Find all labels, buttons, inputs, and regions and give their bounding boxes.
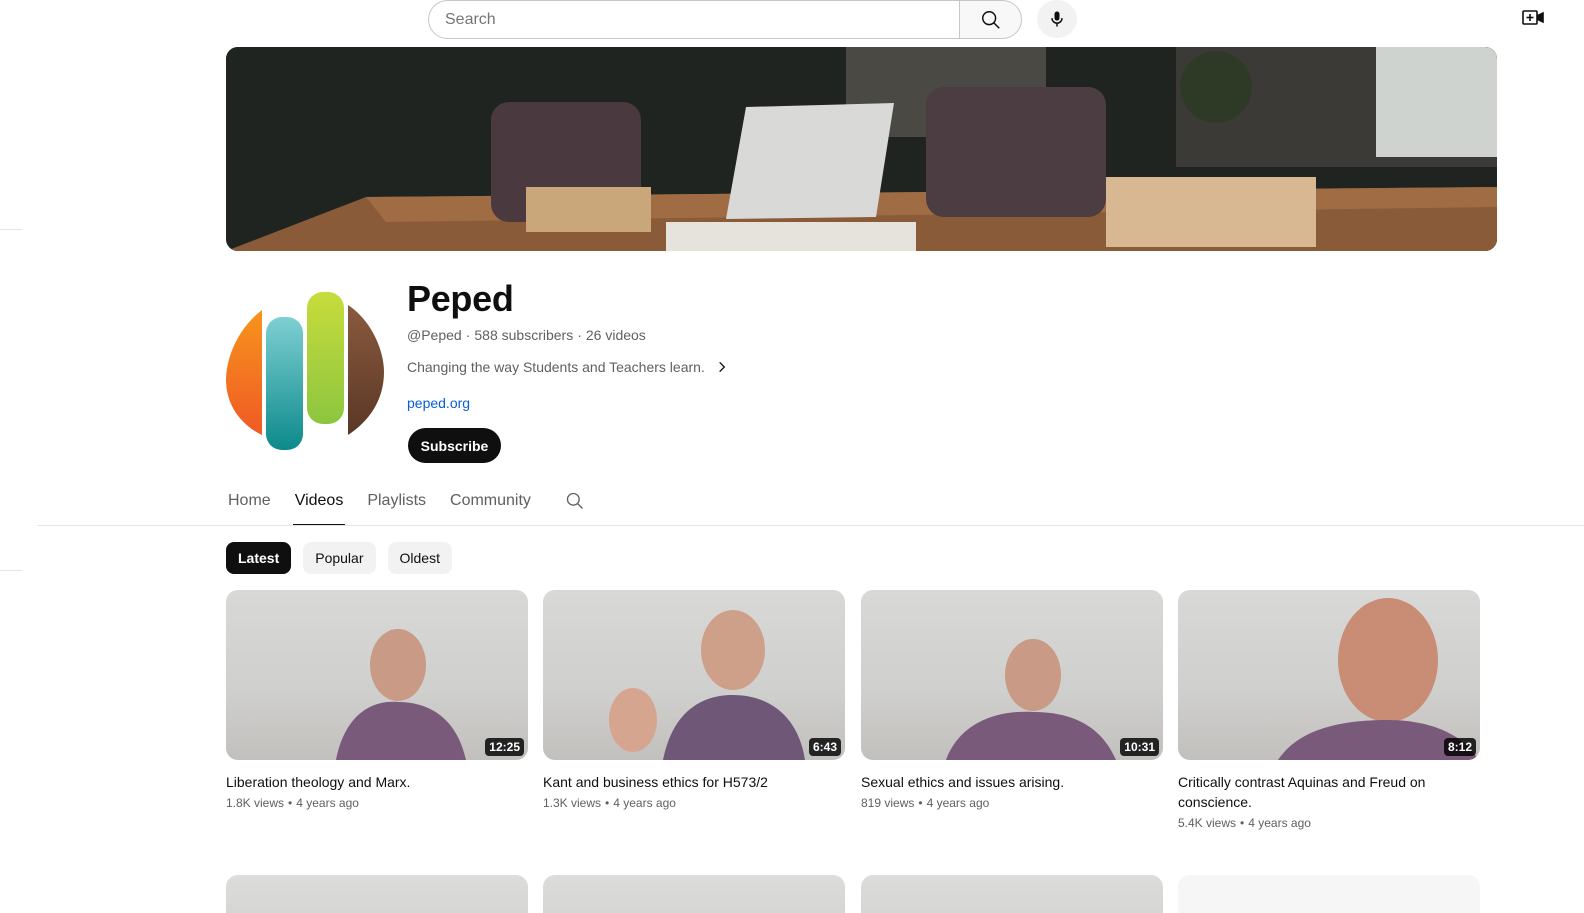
meta-separator: ·: [577, 327, 582, 343]
video-thumbnail[interactable]: [1178, 875, 1480, 913]
voice-search-button[interactable]: [1037, 0, 1077, 38]
video-card[interactable]: 8:12 Critically contrast Aquinas and Fre…: [1178, 590, 1480, 830]
video-card[interactable]: 10:31 Sexual ethics and issues arising. …: [861, 590, 1163, 810]
tab-playlists[interactable]: Playlists: [365, 486, 428, 526]
video-age: 4 years ago: [296, 796, 359, 810]
search-input[interactable]: [445, 10, 960, 29]
search-icon: [566, 492, 583, 509]
video-meta: 1.3K views • 4 years ago: [543, 796, 845, 810]
search-icon: [981, 10, 1000, 29]
subscribe-button[interactable]: Subscribe: [408, 428, 501, 463]
tab-community[interactable]: Community: [448, 486, 533, 526]
video-card[interactable]: 6:43 Kant and business ethics for H573/2…: [543, 590, 845, 810]
video-views: 819 views: [861, 796, 915, 810]
video-views: 1.8K views: [226, 796, 285, 810]
video-thumbnail[interactable]: [543, 875, 845, 913]
thumbnail-image: [609, 610, 805, 760]
subscriber-count: 588 subscribers: [474, 327, 574, 343]
chevron-right-icon: [719, 361, 726, 373]
thumbnail-image: [1278, 598, 1478, 760]
chip-latest[interactable]: Latest: [226, 542, 292, 574]
chip-oldest[interactable]: Oldest: [387, 542, 452, 574]
channel-link[interactable]: peped.org: [407, 395, 470, 411]
video-views: 5.4K views: [1178, 816, 1237, 830]
channel-name: Peped: [407, 278, 514, 319]
video-title[interactable]: Critically contrast Aquinas and Freud on…: [1178, 772, 1480, 812]
channel-banner: [226, 47, 1497, 251]
video-thumbnail[interactable]: [226, 875, 528, 913]
video-title[interactable]: Kant and business ethics for H573/2: [543, 772, 845, 792]
search-button[interactable]: [959, 0, 1022, 39]
meta-separator: •: [918, 796, 923, 810]
video-duration: 6:43: [808, 738, 841, 756]
tabs-divider: [37, 525, 1584, 526]
meta-separator: •: [605, 796, 610, 810]
channel-handle: @Peped: [407, 327, 462, 343]
tab-videos[interactable]: Videos: [292, 486, 346, 526]
channel-tabs: Home Videos Playlists Community: [226, 486, 585, 526]
video-meta: 5.4K views • 4 years ago: [1178, 816, 1480, 830]
channel-avatar[interactable]: [226, 290, 386, 450]
video-duration: 10:31: [1120, 738, 1159, 756]
meta-separator: •: [1240, 816, 1245, 830]
create-video-icon: [1522, 10, 1544, 25]
search-bar[interactable]: [428, 0, 960, 39]
video-age: 4 years ago: [1248, 816, 1311, 830]
video-thumbnail[interactable]: 6:43: [543, 590, 845, 760]
sidebar-divider: [0, 570, 22, 571]
meta-separator: •: [288, 796, 293, 810]
thumbnail-image: [336, 629, 466, 760]
banner-image: [226, 47, 1497, 251]
thumbnail-image: [946, 639, 1116, 760]
video-age: 4 years ago: [926, 796, 990, 810]
video-thumbnail[interactable]: 10:31: [861, 590, 1163, 760]
channel-description[interactable]: Changing the way Students and Teachers l…: [407, 359, 729, 375]
video-thumbnail[interactable]: 8:12: [1178, 590, 1480, 760]
sort-chips: Latest Popular Oldest: [226, 542, 452, 574]
video-age: 4 years ago: [613, 796, 676, 810]
video-title[interactable]: Liberation theology and Marx.: [226, 772, 528, 792]
video-title[interactable]: Sexual ethics and issues arising.: [861, 772, 1163, 792]
create-button[interactable]: [1520, 6, 1546, 30]
sidebar-divider: [0, 229, 22, 230]
video-duration: 8:12: [1443, 738, 1476, 756]
video-meta: 1.8K views • 4 years ago: [226, 796, 528, 810]
video-duration: 12:25: [485, 738, 524, 756]
video-thumbnail[interactable]: [861, 875, 1163, 913]
video-count: 26 videos: [585, 327, 646, 343]
peped-logo: [226, 292, 384, 450]
mic-icon: [1051, 11, 1063, 27]
tab-search-button[interactable]: [565, 486, 585, 516]
channel-meta: @Peped · 588 subscribers · 26 videos: [407, 327, 646, 343]
meta-separator: ·: [465, 327, 471, 343]
description-text: Changing the way Students and Teachers l…: [407, 359, 705, 375]
video-thumbnail[interactable]: 12:25: [226, 590, 528, 760]
tab-home[interactable]: Home: [226, 486, 273, 526]
video-meta: 819 views • 4 years ago: [861, 796, 1163, 810]
chip-popular[interactable]: Popular: [303, 542, 376, 574]
video-card[interactable]: 12:25 Liberation theology and Marx. 1.8K…: [226, 590, 528, 810]
video-views: 1.3K views: [543, 796, 602, 810]
